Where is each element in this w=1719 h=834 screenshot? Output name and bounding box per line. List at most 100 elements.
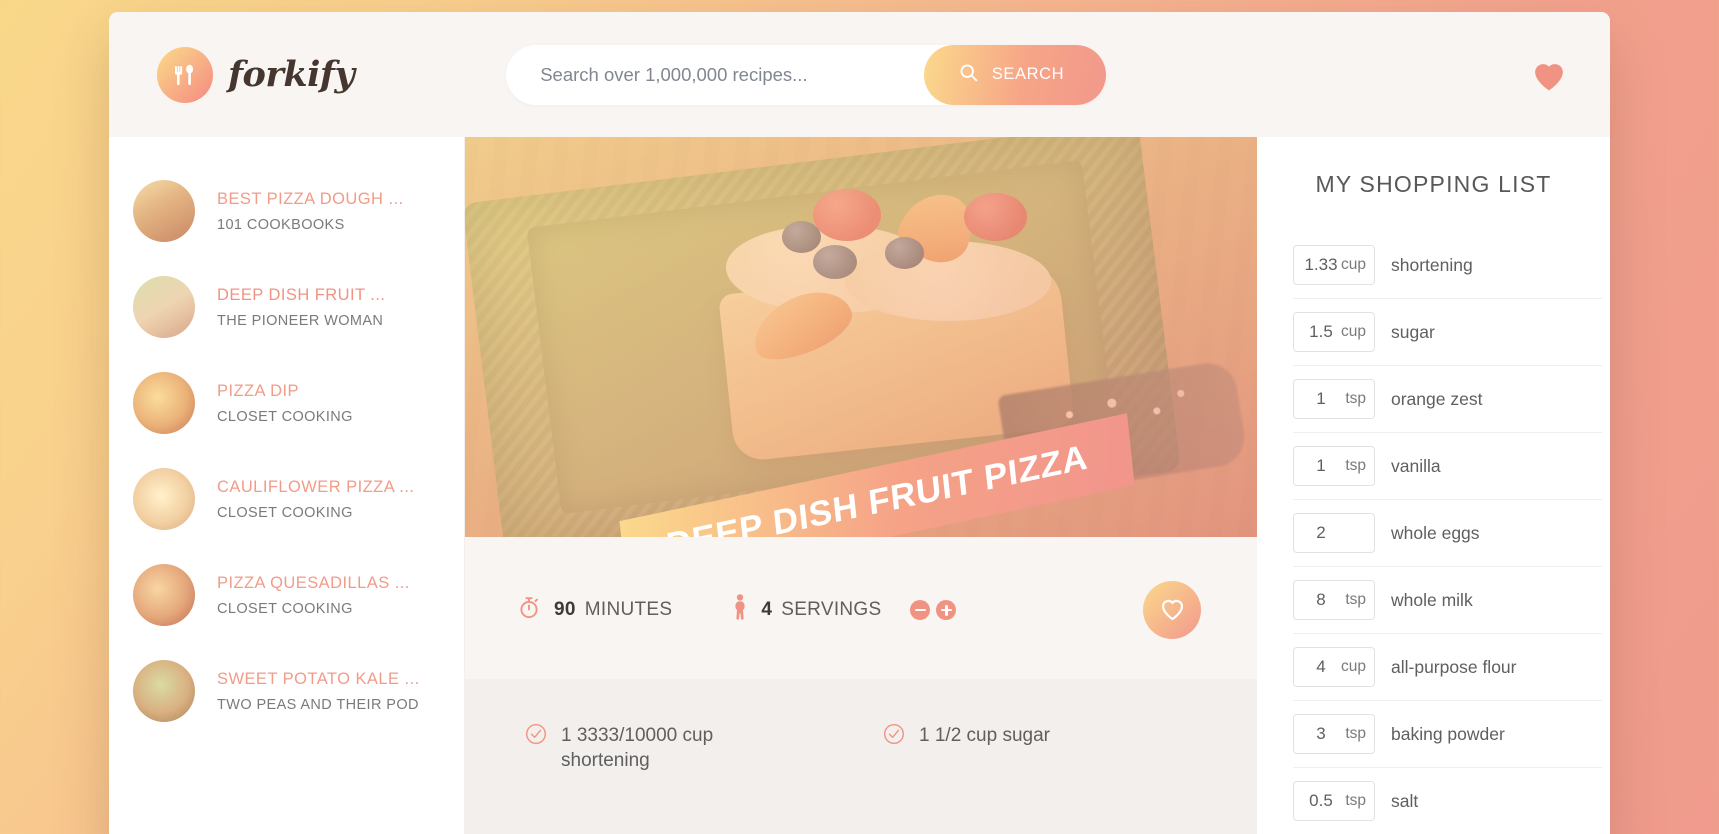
ingredient-name: vanilla xyxy=(1391,455,1441,476)
increase-servings-button[interactable] xyxy=(936,600,957,620)
quantity-box[interactable]: tsp xyxy=(1293,781,1375,821)
recipe-thumbnail xyxy=(133,468,195,530)
quantity-input[interactable] xyxy=(1302,456,1340,476)
ingredient-text: 1 3333/10000 cup shortening xyxy=(561,725,714,772)
ingredient-item: 1 1/2 cup sugar xyxy=(883,723,1197,773)
result-title: PIZZA DIP xyxy=(217,381,299,400)
quantity-box[interactable]: tsp xyxy=(1293,714,1375,754)
unit-label: tsp xyxy=(1345,591,1366,608)
quantity-box[interactable]: cup xyxy=(1293,312,1375,352)
result-publisher: CLOSET COOKING xyxy=(217,504,353,521)
shopping-list-item[interactable]: tsp baking powder xyxy=(1293,701,1602,768)
ingredients-section: 1 3333/10000 cup shortening 1 1/2 cup su… xyxy=(465,679,1257,834)
unit-label: cup xyxy=(1341,658,1366,675)
logo[interactable]: forkify xyxy=(157,46,355,103)
person-icon xyxy=(732,594,748,626)
quantity-box[interactable] xyxy=(1293,513,1375,553)
search-input[interactable] xyxy=(540,44,924,105)
unit-label: tsp xyxy=(1345,390,1366,407)
ingredient-name: whole eggs xyxy=(1391,522,1480,543)
fork-spoon-icon xyxy=(157,46,213,103)
quantity-input[interactable] xyxy=(1302,255,1340,275)
ingredient-name: all-purpose flour xyxy=(1391,656,1517,677)
quantity-input[interactable] xyxy=(1302,724,1340,744)
shopping-list-item[interactable]: whole eggs xyxy=(1293,500,1602,567)
recipe-thumbnail xyxy=(133,276,195,338)
check-circle-icon xyxy=(883,723,905,752)
result-item[interactable]: DEEP DISH FRUIT ... THE PIONEER WOMAN xyxy=(109,259,464,355)
servings-value: 4 xyxy=(761,599,773,620)
result-title: SWEET POTATO KALE ... xyxy=(217,669,420,688)
unit-label: cup xyxy=(1341,256,1366,273)
shopping-list-item[interactable]: cup shortening xyxy=(1293,232,1602,299)
recipe-panel: DEEP DISH FRUIT PIZZA 90 MINUTES 4 SERVI… xyxy=(465,137,1257,834)
unit-label: cup xyxy=(1341,323,1366,340)
shopping-list-scroll[interactable]: cup shortening cup sugar tsp xyxy=(1257,232,1610,834)
header: forkify SEARCH xyxy=(109,12,1610,137)
unit-label: tsp xyxy=(1345,725,1366,742)
result-item[interactable]: CAULIFLOWER PIZZA ... CLOSET COOKING xyxy=(109,451,464,547)
logo-text: forkify xyxy=(228,54,355,95)
quantity-box[interactable]: tsp xyxy=(1293,446,1375,486)
quantity-input[interactable] xyxy=(1302,657,1340,677)
ingredient-name: orange zest xyxy=(1391,388,1483,409)
shopping-list-item[interactable]: tsp orange zest xyxy=(1293,366,1602,433)
quantity-box[interactable]: cup xyxy=(1293,647,1375,687)
result-title: BEST PIZZA DOUGH ... xyxy=(217,189,404,208)
shopping-list-item[interactable]: tsp vanilla xyxy=(1293,433,1602,500)
result-title: CAULIFLOWER PIZZA ... xyxy=(217,477,415,496)
result-title: PIZZA QUESADILLAS ... xyxy=(217,573,410,592)
quantity-box[interactable]: tsp xyxy=(1293,379,1375,419)
recipe-thumbnail xyxy=(133,564,195,626)
quantity-input[interactable] xyxy=(1302,389,1340,409)
stopwatch-icon xyxy=(517,595,541,626)
app-window: forkify SEARCH xyxy=(109,12,1610,834)
result-item[interactable]: SWEET POTATO KALE ... TWO PEAS AND THEIR… xyxy=(109,643,464,739)
cooking-time: 90 MINUTES xyxy=(517,595,672,626)
ingredient-item: 1 3333/10000 cup shortening xyxy=(525,723,839,773)
result-publisher: TWO PEAS AND THEIR POD xyxy=(217,696,419,713)
recipe-thumbnail xyxy=(133,180,195,242)
shopping-list-item[interactable]: tsp salt xyxy=(1293,768,1602,834)
unit-label: tsp xyxy=(1345,792,1366,809)
shopping-list-item[interactable]: tsp whole milk xyxy=(1293,567,1602,634)
quantity-input[interactable] xyxy=(1302,322,1340,342)
recipe-details: 90 MINUTES 4 SERVINGS xyxy=(465,537,1257,679)
quantity-box[interactable]: cup xyxy=(1293,245,1375,285)
shopping-list-panel: MY SHOPPING LIST cup shortening cup suga… xyxy=(1257,137,1610,834)
ingredient-name: sugar xyxy=(1391,321,1435,342)
quantity-input[interactable] xyxy=(1302,590,1340,610)
check-circle-icon xyxy=(525,723,547,752)
result-publisher: 101 COOKBOOKS xyxy=(217,216,345,233)
shopping-list-title: MY SHOPPING LIST xyxy=(1315,171,1552,197)
ingredient-name: shortening xyxy=(1391,254,1473,275)
search-results-list: BEST PIZZA DOUGH ... 101 COOKBOOKS DEEP … xyxy=(109,137,465,834)
servings: 4 SERVINGS xyxy=(732,594,957,626)
recipe-thumbnail xyxy=(133,372,195,434)
result-title: DEEP DISH FRUIT ... xyxy=(217,285,386,304)
result-publisher: CLOSET COOKING xyxy=(217,600,353,617)
ingredient-name: baking powder xyxy=(1391,723,1505,744)
quantity-input[interactable] xyxy=(1302,791,1340,811)
result-item[interactable]: PIZZA DIP CLOSET COOKING xyxy=(109,355,464,451)
ingredient-name: whole milk xyxy=(1391,589,1473,610)
quantity-box[interactable]: tsp xyxy=(1293,580,1375,620)
unit-label: tsp xyxy=(1345,457,1366,474)
main-body: BEST PIZZA DOUGH ... 101 COOKBOOKS DEEP … xyxy=(109,137,1610,834)
decrease-servings-button[interactable] xyxy=(910,600,931,620)
recipe-figure: DEEP DISH FRUIT PIZZA xyxy=(465,137,1257,537)
result-item[interactable]: BEST PIZZA DOUGH ... 101 COOKBOOKS xyxy=(109,163,464,259)
result-publisher: THE PIONEER WOMAN xyxy=(217,312,384,329)
servings-unit: SERVINGS xyxy=(781,599,882,620)
shopping-list-item[interactable]: cup sugar xyxy=(1293,299,1602,366)
time-unit: MINUTES xyxy=(584,599,673,620)
recipe-thumbnail xyxy=(133,660,195,722)
result-item[interactable]: PIZZA QUESADILLAS ... CLOSET COOKING xyxy=(109,547,464,643)
quantity-input[interactable] xyxy=(1302,523,1340,543)
bookmarks-heart-icon[interactable] xyxy=(1530,58,1568,92)
ingredient-name: salt xyxy=(1391,790,1419,811)
bookmark-recipe-button[interactable] xyxy=(1143,581,1201,639)
search-button[interactable]: SEARCH xyxy=(923,44,1107,105)
shopping-list-item[interactable]: cup all-purpose flour xyxy=(1293,634,1602,701)
recipe-photo xyxy=(465,137,1257,537)
